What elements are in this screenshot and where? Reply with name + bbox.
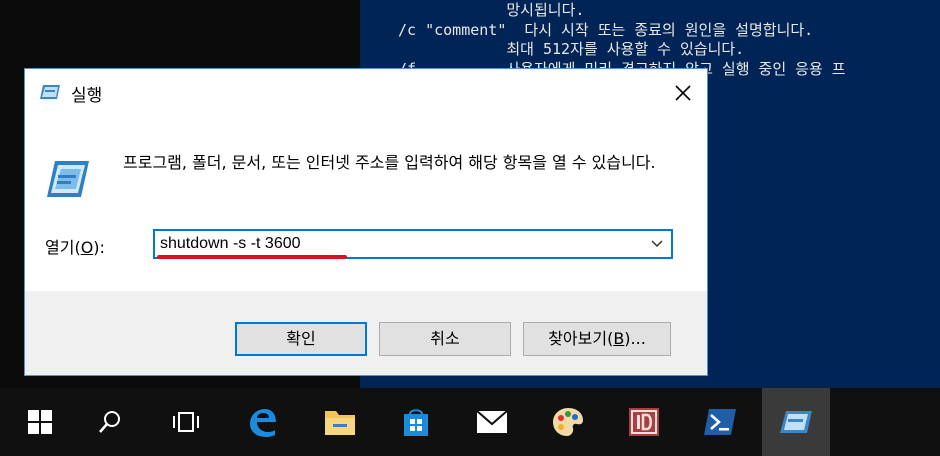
open-label-suffix: ): bbox=[93, 238, 105, 257]
run-taskbar-button[interactable] bbox=[762, 388, 830, 456]
highlight-underline bbox=[157, 255, 347, 259]
taskbar bbox=[0, 388, 940, 456]
browse-label-prefix: 찾아보기( bbox=[548, 329, 614, 348]
console-line: /c "comment" 다시 시작 또는 종료의 원인을 설명합니다. bbox=[398, 20, 814, 39]
title-bar[interactable]: 실행 bbox=[25, 69, 707, 119]
search-icon bbox=[99, 411, 120, 433]
file-explorer-button[interactable] bbox=[306, 388, 374, 456]
start-button[interactable] bbox=[6, 388, 74, 456]
ok-button[interactable]: 확인 bbox=[235, 322, 367, 356]
run-icon bbox=[780, 411, 812, 433]
open-label-prefix: 열기( bbox=[45, 238, 81, 257]
command-input[interactable]: shutdown -s -t 3600 bbox=[160, 235, 301, 253]
store-button[interactable] bbox=[382, 388, 450, 456]
powershell-icon bbox=[704, 409, 736, 435]
powershell-button[interactable] bbox=[686, 388, 754, 456]
browse-label-mnemonic: B bbox=[613, 329, 625, 348]
dialog-footer: 확인 취소 찾아보기(B)... bbox=[25, 291, 707, 375]
browse-button[interactable]: 찾아보기(B)... bbox=[523, 322, 671, 356]
search-button[interactable] bbox=[76, 388, 144, 456]
cancel-button[interactable]: 취소 bbox=[379, 322, 511, 356]
start-icon bbox=[28, 410, 52, 434]
run-icon bbox=[47, 161, 89, 197]
close-icon[interactable] bbox=[669, 79, 697, 107]
task-view-button[interactable] bbox=[152, 388, 220, 456]
app-icon bbox=[629, 408, 659, 436]
dialog-content: 프로그램, 폴더, 문서, 또는 인터넷 주소를 입력하여 해당 항목을 열 수… bbox=[25, 119, 707, 291]
run-dialog: 실행 프로그램, 폴더, 문서, 또는 인터넷 주소를 입력하여 해당 항목을 … bbox=[24, 68, 708, 376]
dialog-title: 실행 bbox=[71, 86, 103, 106]
open-label-mnemonic: O bbox=[80, 238, 94, 257]
chevron-down-icon[interactable] bbox=[649, 237, 665, 251]
edge-button[interactable] bbox=[228, 388, 296, 456]
mail-icon bbox=[476, 410, 508, 433]
dialog-description: 프로그램, 폴더, 문서, 또는 인터넷 주소를 입력하여 해당 항목을 열 수… bbox=[123, 153, 656, 172]
store-icon bbox=[404, 409, 428, 436]
paint-button[interactable] bbox=[534, 388, 602, 456]
console-line: 최대 512자를 사용할 수 있습니다. bbox=[398, 40, 745, 58]
browse-label-suffix: )... bbox=[624, 329, 646, 348]
paint-icon bbox=[553, 408, 583, 436]
edge-icon bbox=[250, 409, 276, 437]
task-view-icon bbox=[173, 412, 199, 432]
open-label: 열기(O): bbox=[45, 234, 105, 258]
app-button[interactable] bbox=[610, 388, 678, 456]
console-line: 망시됩니다. bbox=[398, 1, 585, 19]
mail-button[interactable] bbox=[458, 388, 526, 456]
run-icon bbox=[40, 85, 60, 99]
file-explorer-icon bbox=[325, 411, 355, 435]
